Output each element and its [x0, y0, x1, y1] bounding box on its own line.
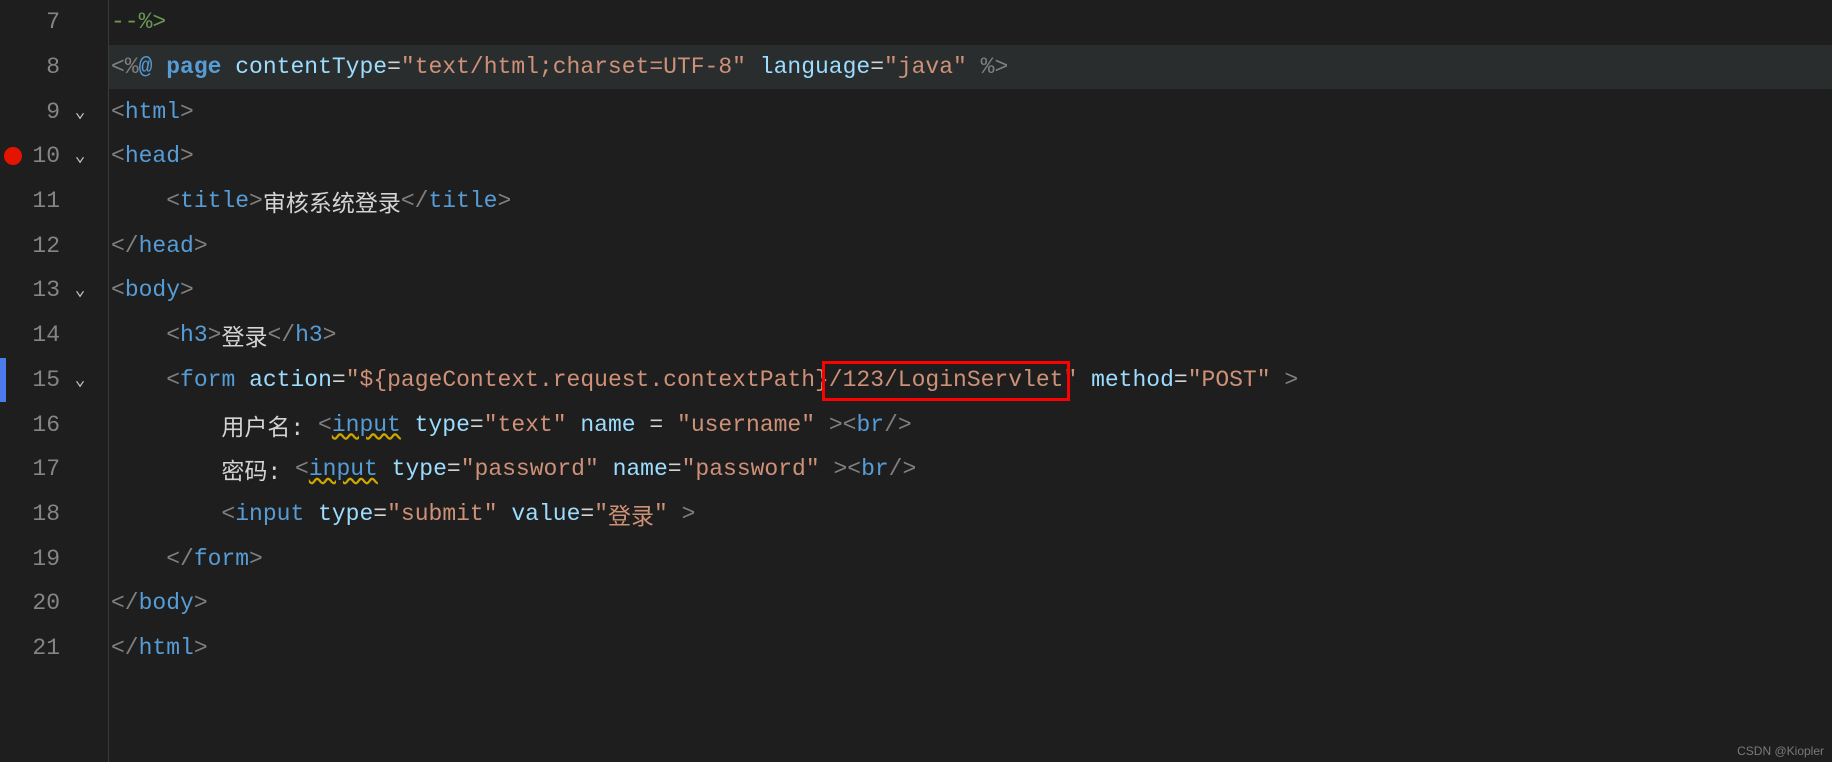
- code-text: head: [125, 143, 180, 169]
- code-text: %>: [981, 54, 1009, 80]
- line-number: 12: [0, 233, 60, 259]
- code-text: java: [898, 54, 953, 80]
- code-text: form: [194, 546, 249, 572]
- code-text: action: [249, 367, 332, 393]
- code-text: <%: [111, 54, 139, 80]
- code-text: body: [125, 277, 180, 303]
- code-text: 登录: [221, 318, 267, 352]
- code-editor[interactable]: 7 8 9⌄ 10⌄ 11 12 13⌄ 14 15⌄ 16 17 18 19 …: [0, 0, 1832, 762]
- code-text: POST: [1202, 367, 1257, 393]
- code-text: contentType: [235, 54, 387, 80]
- code-text: input: [332, 412, 401, 438]
- code-text: input: [309, 456, 378, 482]
- code-text: h3: [180, 322, 208, 348]
- line-number: 17: [0, 456, 60, 482]
- line-number: 13: [0, 277, 60, 303]
- code-text: input: [235, 501, 304, 527]
- code-text: html: [139, 635, 194, 661]
- code-text: /123/LoginServlet: [829, 367, 1064, 393]
- code-text: method: [1091, 367, 1174, 393]
- code-text: html: [125, 99, 180, 125]
- code-area[interactable]: --%> <%@ page contentType="text/html;cha…: [108, 0, 1832, 762]
- fold-icon[interactable]: ⌄: [60, 145, 100, 167]
- code-text: --%>: [111, 9, 166, 35]
- watermark: CSDN @Kiopler: [1737, 744, 1824, 758]
- breakpoint-icon[interactable]: [4, 147, 22, 165]
- code-text: ${pageContext.request.contextPath}: [360, 367, 829, 393]
- code-text: 用户名:: [221, 408, 318, 442]
- code-text: title: [180, 188, 249, 214]
- line-number: 18: [0, 501, 60, 527]
- line-number: 15: [0, 367, 60, 393]
- code-text: page: [166, 54, 221, 80]
- fold-icon[interactable]: ⌄: [60, 101, 100, 123]
- line-number: 7: [0, 9, 60, 35]
- code-text: @: [139, 54, 167, 80]
- line-number: 20: [0, 590, 60, 616]
- fold-icon[interactable]: ⌄: [60, 279, 100, 301]
- current-line-indicator: [0, 358, 6, 403]
- fold-icon[interactable]: ⌄: [60, 369, 100, 391]
- line-number: 8: [0, 54, 60, 80]
- gutter: 7 8 9⌄ 10⌄ 11 12 13⌄ 14 15⌄ 16 17 18 19 …: [0, 0, 108, 762]
- code-text: 密码:: [221, 452, 295, 486]
- code-text: text/html;charset=UTF-8: [415, 54, 732, 80]
- code-text: head: [139, 233, 194, 259]
- line-number: 11: [0, 188, 60, 214]
- line-number: 14: [0, 322, 60, 348]
- code-text: 审核系统登录: [263, 184, 401, 218]
- code-text: language: [760, 54, 870, 80]
- line-number: 16: [0, 412, 60, 438]
- line-number: 9: [0, 99, 60, 125]
- line-number: 19: [0, 546, 60, 572]
- code-text: body: [139, 590, 194, 616]
- code-text: form: [180, 367, 235, 393]
- line-number: 21: [0, 635, 60, 661]
